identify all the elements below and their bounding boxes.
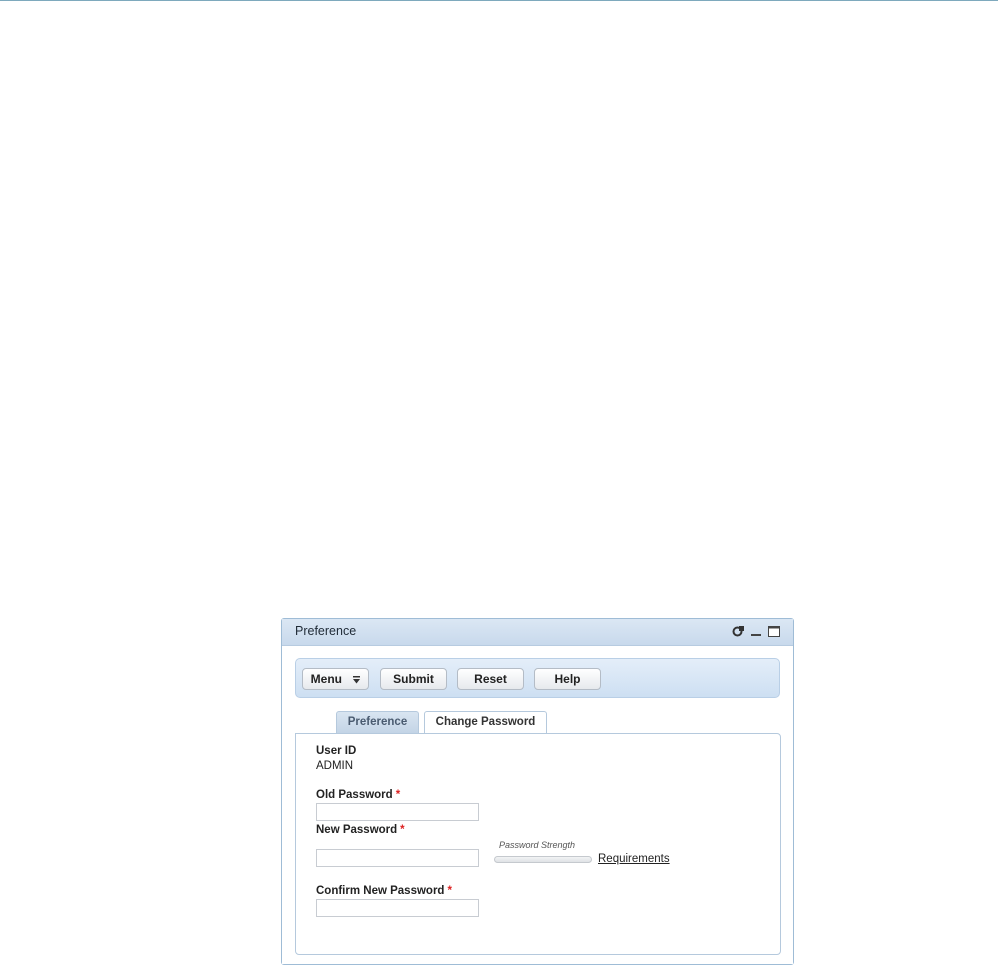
confirm-password-field[interactable]: [316, 899, 479, 917]
user-id-value: ADMIN: [316, 760, 354, 772]
minimize-icon[interactable]: [750, 626, 762, 637]
submit-button[interactable]: Submit: [380, 668, 447, 690]
confirm-password-label-text: Confirm New Password: [316, 885, 445, 897]
menu-button[interactable]: Menu: [302, 668, 369, 690]
password-strength-meter: [494, 856, 592, 863]
old-password-field[interactable]: [316, 803, 479, 821]
required-marker: *: [395, 789, 401, 801]
maximize-icon[interactable]: [768, 626, 780, 637]
preference-window: Preference Menu Submit Reset Help Prefer…: [281, 618, 794, 965]
window-body: Menu Submit Reset Help Preference Change…: [282, 646, 793, 964]
tab-change-password[interactable]: Change Password: [424, 711, 547, 734]
old-password-label: Old Password *: [316, 789, 400, 801]
refresh-icon[interactable]: [732, 626, 744, 637]
menu-button-label: Menu: [310, 672, 342, 686]
required-marker: *: [447, 885, 452, 897]
top-divider: [0, 0, 998, 1]
window-titlebar[interactable]: Preference: [282, 619, 793, 646]
help-button[interactable]: Help: [534, 668, 601, 690]
window-title: Preference: [295, 624, 357, 638]
toolbar: Menu Submit Reset Help: [295, 658, 780, 698]
new-password-label: New Password *: [316, 824, 405, 836]
password-strength-label: Password Strength: [499, 840, 576, 850]
user-id-label: User ID: [316, 745, 357, 757]
new-password-field[interactable]: [316, 849, 479, 867]
confirm-password-label: Confirm New Password *: [316, 885, 452, 897]
menu-dropdown-icon: [353, 670, 361, 690]
change-password-panel: User ID ADMIN Old Password * New Password…: [295, 733, 781, 955]
new-password-label-text: New Password: [316, 824, 398, 836]
requirements-link[interactable]: Requirements: [598, 853, 670, 865]
required-marker: *: [400, 824, 405, 836]
reset-button[interactable]: Reset: [457, 668, 524, 690]
tab-preference[interactable]: Preference: [336, 711, 419, 733]
old-password-label-text: Old Password: [316, 789, 393, 801]
